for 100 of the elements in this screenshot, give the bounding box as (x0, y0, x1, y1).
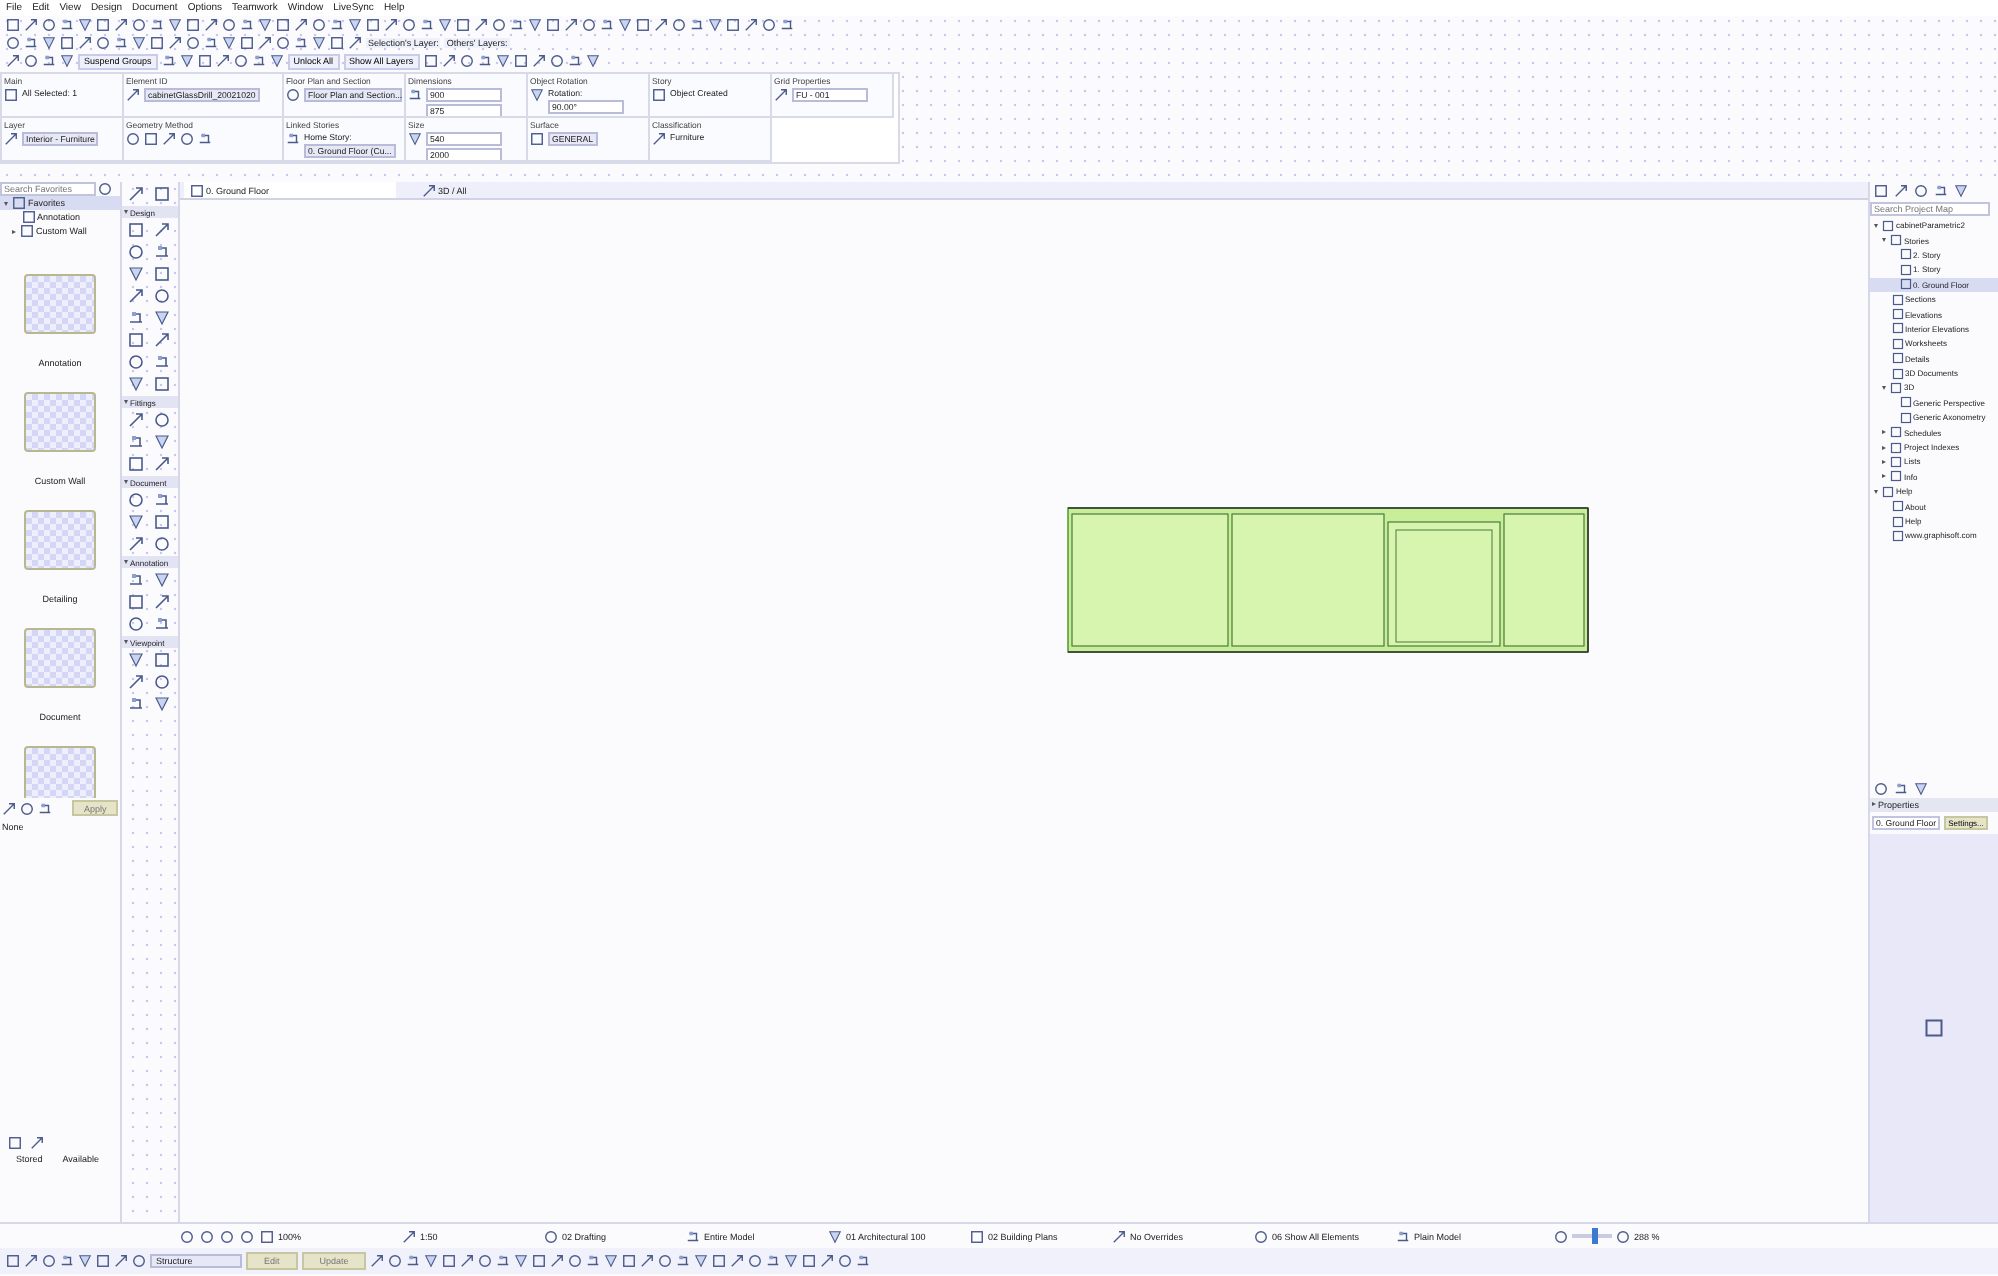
caret-icon[interactable] (12, 229, 16, 233)
toolbar-icon[interactable] (549, 54, 564, 68)
toolbar-icon[interactable] (78, 36, 92, 50)
tool-icon[interactable] (128, 434, 144, 450)
geometry-icon[interactable] (180, 132, 194, 146)
edit-icon[interactable] (748, 1254, 763, 1268)
caret-icon[interactable] (1882, 430, 1886, 435)
tool-icon[interactable] (154, 244, 170, 260)
tool-icon[interactable] (128, 536, 144, 552)
edit-icon[interactable] (496, 1254, 511, 1268)
toolbar-icon[interactable] (690, 18, 704, 32)
toolbar-icon[interactable] (420, 18, 434, 32)
edit-icon[interactable] (820, 1254, 835, 1268)
toolbar-icon[interactable] (780, 18, 794, 32)
toolbar-icon[interactable] (459, 54, 474, 68)
toolbar-icon[interactable] (215, 54, 230, 68)
toolbar-icon[interactable] (168, 36, 182, 50)
panel-icon[interactable] (30, 1136, 44, 1150)
toolbar-icon[interactable] (6, 54, 20, 68)
folder-thumbnail[interactable] (24, 510, 96, 570)
toolbar-icon[interactable] (251, 54, 266, 68)
status-icon[interactable] (260, 1229, 274, 1243)
caret-icon[interactable] (124, 210, 128, 214)
navigator-icon[interactable] (1894, 781, 1908, 796)
toolbar-icon[interactable] (564, 18, 578, 32)
caret-icon[interactable] (124, 400, 128, 404)
status-icon[interactable] (1254, 1229, 1268, 1243)
navigator-icon[interactable] (1874, 781, 1888, 796)
toolbar-icon[interactable] (474, 18, 488, 32)
edit-icon[interactable] (114, 1254, 128, 1268)
tool-icon[interactable] (128, 310, 144, 326)
tool-icon[interactable] (128, 572, 144, 588)
toolbar-icon[interactable] (744, 18, 758, 32)
edit-icon[interactable] (568, 1254, 583, 1268)
toolbar-icon[interactable] (204, 36, 218, 50)
edit-icon[interactable] (370, 1254, 385, 1268)
edit-icon[interactable] (766, 1254, 781, 1268)
edit-icon[interactable] (60, 1254, 74, 1268)
edit-icon[interactable] (6, 1254, 20, 1268)
edit-icon[interactable] (856, 1254, 871, 1268)
edit-icon[interactable] (586, 1254, 601, 1268)
folder-thumbnail[interactable] (24, 746, 96, 798)
toolbar-icon[interactable] (24, 18, 38, 32)
favorites-tool-icon[interactable] (38, 801, 52, 815)
navigator-icon[interactable] (1914, 184, 1928, 198)
toolbar-icon[interactable] (294, 18, 308, 32)
status-icon[interactable] (402, 1229, 416, 1243)
caret-icon[interactable] (124, 640, 128, 644)
edit-icon[interactable] (478, 1254, 493, 1268)
status-icon[interactable] (1112, 1229, 1126, 1243)
caret-icon[interactable] (1882, 385, 1886, 390)
toolbar-icon[interactable] (585, 54, 600, 68)
caret-icon[interactable] (4, 201, 8, 205)
edit-icon[interactable] (42, 1254, 56, 1268)
toolbar-icon[interactable] (161, 54, 176, 68)
tool-icon[interactable] (154, 616, 170, 632)
toolbar-icon[interactable] (330, 18, 344, 32)
toolbar-icon[interactable] (531, 54, 546, 68)
status-icon[interactable] (970, 1229, 984, 1243)
caret-icon[interactable] (124, 560, 128, 564)
edit-icon[interactable] (730, 1254, 745, 1268)
caret-icon[interactable] (1872, 802, 1876, 807)
tool-icon[interactable] (128, 696, 144, 712)
edit-icon[interactable] (658, 1254, 673, 1268)
caret-icon[interactable] (124, 480, 128, 484)
tool-icon[interactable] (154, 222, 170, 238)
folder-thumbnail[interactable] (24, 392, 96, 452)
caret-icon[interactable] (1882, 445, 1886, 450)
edit-icon[interactable] (676, 1254, 691, 1268)
tool-icon[interactable] (154, 456, 170, 472)
navigator-icon[interactable] (1934, 184, 1948, 198)
toolbar-icon[interactable] (441, 54, 456, 68)
toolbar-icon[interactable] (114, 18, 128, 32)
toolbar-icon[interactable] (60, 18, 74, 32)
toolbar-icon[interactable] (492, 18, 506, 32)
toolbar-icon[interactable] (582, 18, 596, 32)
caret-icon[interactable] (1882, 474, 1886, 479)
caret-icon[interactable] (1882, 238, 1886, 243)
edit-icon[interactable] (550, 1254, 565, 1268)
navigator-icon[interactable] (1954, 184, 1968, 198)
navigator-icon[interactable] (1894, 184, 1908, 198)
caret-icon[interactable] (1874, 223, 1878, 228)
folder-thumbnail[interactable] (24, 628, 96, 688)
status-icon[interactable] (1396, 1229, 1410, 1243)
favorites-tool-icon[interactable] (2, 801, 16, 815)
edit-icon[interactable] (838, 1254, 853, 1268)
status-icon[interactable] (828, 1229, 842, 1243)
caret-icon[interactable] (1882, 459, 1886, 464)
edit-icon[interactable] (24, 1254, 38, 1268)
toolbar-icon[interactable] (150, 18, 164, 32)
toolbar-icon[interactable] (654, 18, 668, 32)
toolbar-icon[interactable] (258, 36, 272, 50)
toolbar-icon[interactable] (384, 18, 398, 32)
toolbar-icon[interactable] (114, 36, 128, 50)
toolbar-icon[interactable] (204, 18, 218, 32)
geometry-icon[interactable] (162, 132, 176, 146)
geometry-icon[interactable] (198, 132, 212, 146)
folder-thumbnail[interactable] (24, 274, 96, 334)
arrow-icon[interactable] (128, 186, 144, 202)
toolbar-icon[interactable] (423, 54, 438, 68)
